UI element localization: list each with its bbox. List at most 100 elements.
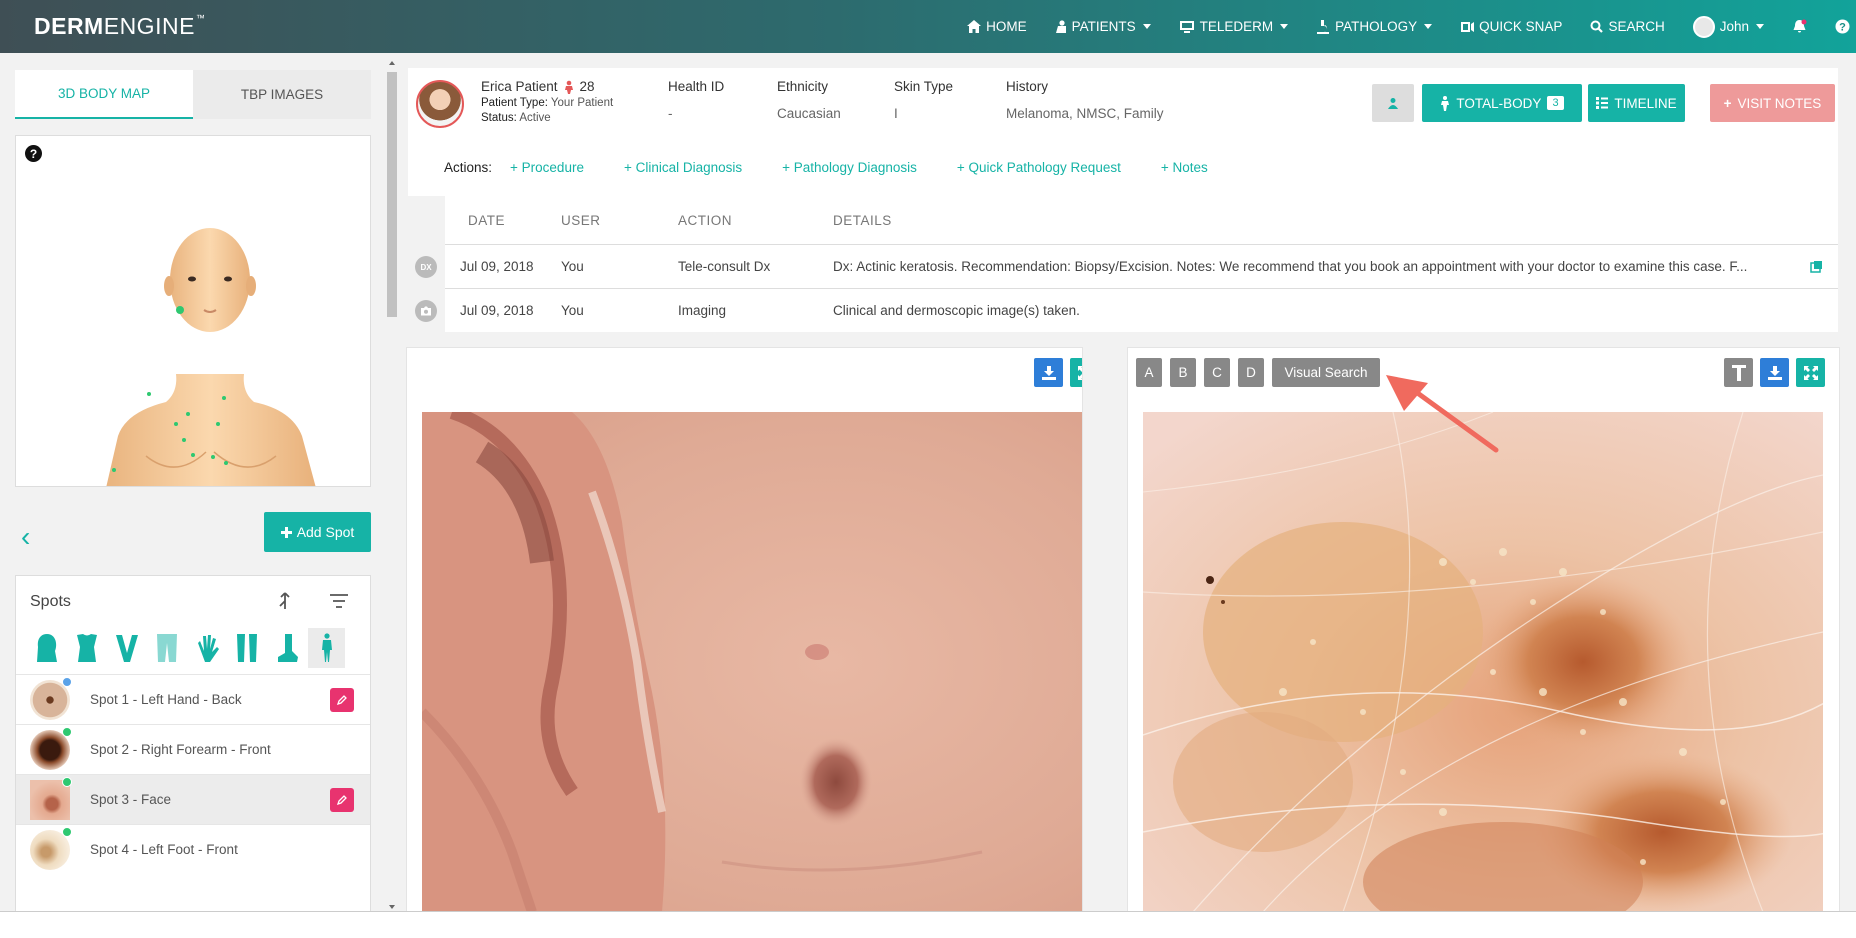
spot-thumbnail xyxy=(30,676,72,720)
nav-notifications[interactable] xyxy=(1792,19,1807,34)
table-row[interactable]: Jul 09, 2018 You Imaging Clinical and de… xyxy=(415,288,1838,332)
patient-age: 28 xyxy=(579,79,595,94)
body-figure[interactable] xyxy=(106,224,316,487)
abcd-c-button[interactable]: C xyxy=(1204,358,1230,387)
expand-icon xyxy=(1077,365,1082,380)
fullscreen-button[interactable] xyxy=(1796,358,1825,387)
add-procedure-link[interactable]: + Procedure xyxy=(510,160,584,175)
col-date[interactable]: DATE xyxy=(445,213,561,228)
abcd-a-button[interactable]: A xyxy=(1136,358,1162,387)
spot-marker[interactable] xyxy=(182,438,186,442)
nav-patients[interactable]: PATIENTS xyxy=(1055,19,1151,34)
nav-search[interactable]: SEARCH xyxy=(1590,19,1665,34)
timeline-button[interactable]: TIMELINE xyxy=(1588,84,1685,122)
nav-patients-label: PATIENTS xyxy=(1071,19,1136,34)
total-body-label: TOTAL-BODY xyxy=(1456,95,1542,111)
filter-neck[interactable] xyxy=(108,628,145,668)
nav-telederm[interactable]: TELEDERM xyxy=(1179,19,1289,34)
add-quick-pathology-request-link[interactable]: + Quick Pathology Request xyxy=(957,160,1121,175)
scroll-down-icon[interactable] xyxy=(389,905,395,909)
spot-marker[interactable] xyxy=(186,412,190,416)
left-scrollbar[interactable] xyxy=(386,58,398,911)
brand-part2: ENGINE xyxy=(103,13,195,39)
spot-row-1[interactable]: Spot 1 - Left Hand - Back xyxy=(16,674,370,724)
spot-row-2[interactable]: Spot 2 - Right Forearm - Front xyxy=(16,724,370,774)
spot-marker[interactable] xyxy=(176,306,184,314)
visual-search-button[interactable]: Visual Search xyxy=(1272,358,1380,387)
spot-marker[interactable] xyxy=(224,461,228,465)
spot-marker[interactable] xyxy=(174,422,178,426)
scroll-up-icon[interactable] xyxy=(389,61,395,65)
nav-home-label: HOME xyxy=(986,19,1027,34)
status-dot xyxy=(62,826,72,837)
body-icon xyxy=(1441,95,1450,111)
nav-help[interactable]: ? xyxy=(1835,19,1850,34)
abcd-d-button[interactable]: D xyxy=(1238,358,1264,387)
visit-notes-label: VISIT NOTES xyxy=(1737,95,1822,111)
nav-user-menu[interactable]: John xyxy=(1692,15,1764,38)
add-pathology-diagnosis-link[interactable]: + Pathology Diagnosis xyxy=(782,160,917,175)
col-action[interactable]: ACTION xyxy=(678,213,833,228)
nav-home[interactable]: HOME xyxy=(967,19,1027,34)
spots-title: Spots xyxy=(30,593,71,610)
spot-marker[interactable] xyxy=(216,422,220,426)
spot-row-4[interactable]: Spot 4 - Left Foot - Front xyxy=(16,824,370,874)
add-notes-link[interactable]: + Notes xyxy=(1161,160,1208,175)
body-part-filters xyxy=(16,628,370,674)
nav-pathology[interactable]: PATHOLOGY xyxy=(1316,19,1433,34)
edit-pen-icon[interactable] xyxy=(330,788,354,812)
visit-notes-button[interactable]: + VISIT NOTES xyxy=(1710,84,1835,122)
table-row[interactable]: DX Jul 09, 2018 You Tele-consult Dx Dx: … xyxy=(415,244,1838,288)
edit-pen-icon[interactable] xyxy=(330,688,354,712)
nav-quick-snap[interactable]: QUICK SNAP xyxy=(1460,19,1562,34)
spot-marker[interactable] xyxy=(112,468,116,472)
spot-marker[interactable] xyxy=(147,392,151,396)
spot-label: Spot 2 - Right Forearm - Front xyxy=(90,742,271,757)
merge-icon[interactable] xyxy=(278,592,292,610)
body-map-viewer[interactable]: ? xyxy=(15,135,371,487)
clinical-photo[interactable] xyxy=(422,412,1083,912)
sort-icon[interactable] xyxy=(330,594,348,608)
history-col: History Melanoma, NMSC, Family xyxy=(1006,79,1164,121)
dermoscopic-photo[interactable] xyxy=(1143,412,1823,912)
filter-hand[interactable] xyxy=(188,628,225,668)
brand-logo[interactable]: DERM ENGINE ™ xyxy=(34,13,205,40)
abcd-b-button[interactable]: B xyxy=(1170,358,1196,387)
tab-3d-body-map[interactable]: 3D BODY MAP xyxy=(15,70,193,119)
filter-full-body[interactable] xyxy=(308,628,345,668)
history-label: History xyxy=(1006,79,1049,94)
spot-label: Spot 4 - Left Foot - Front xyxy=(90,842,238,857)
timeline-label: TIMELINE xyxy=(1614,95,1677,111)
external-link-icon[interactable] xyxy=(1810,260,1823,273)
ruler-button[interactable] xyxy=(1724,358,1753,387)
col-user[interactable]: USER xyxy=(561,213,678,228)
patient-name[interactable]: Erica Patient xyxy=(481,79,558,94)
patient-profile-button[interactable] xyxy=(1372,84,1414,122)
fullscreen-button[interactable] xyxy=(1070,358,1082,387)
col-details[interactable]: DETAILS xyxy=(833,213,1838,228)
total-body-button[interactable]: TOTAL-BODY 3 xyxy=(1422,84,1582,122)
svg-text:?: ? xyxy=(1839,22,1846,34)
add-spot-button[interactable]: Add Spot xyxy=(264,512,371,552)
top-navbar: DERM ENGINE ™ HOME PATIENTS TELEDERM PATHO… xyxy=(0,0,1856,53)
brand-tm: ™ xyxy=(195,13,206,23)
filter-head[interactable] xyxy=(28,628,65,668)
spot-marker[interactable] xyxy=(211,455,215,459)
spot-marker[interactable] xyxy=(191,453,195,457)
filter-legs[interactable] xyxy=(148,628,185,668)
row-action: Imaging xyxy=(678,303,727,318)
download-button[interactable] xyxy=(1760,358,1789,387)
filter-torso[interactable] xyxy=(68,628,105,668)
microscope-icon xyxy=(1317,19,1330,34)
question-icon[interactable]: ? xyxy=(25,145,42,162)
chevron-left-icon[interactable]: ‹ xyxy=(21,521,30,553)
add-clinical-diagnosis-link[interactable]: + Clinical Diagnosis xyxy=(624,160,742,175)
spot-row-3[interactable]: Spot 3 - Face xyxy=(16,774,370,824)
spot-marker[interactable] xyxy=(222,396,226,400)
filter-foot[interactable] xyxy=(268,628,305,668)
download-button[interactable] xyxy=(1034,358,1063,387)
scroll-thumb[interactable] xyxy=(387,72,397,317)
download-icon xyxy=(1767,365,1782,380)
filter-lower-legs[interactable] xyxy=(228,628,265,668)
tab-tbp-images[interactable]: TBP IMAGES xyxy=(193,70,371,119)
